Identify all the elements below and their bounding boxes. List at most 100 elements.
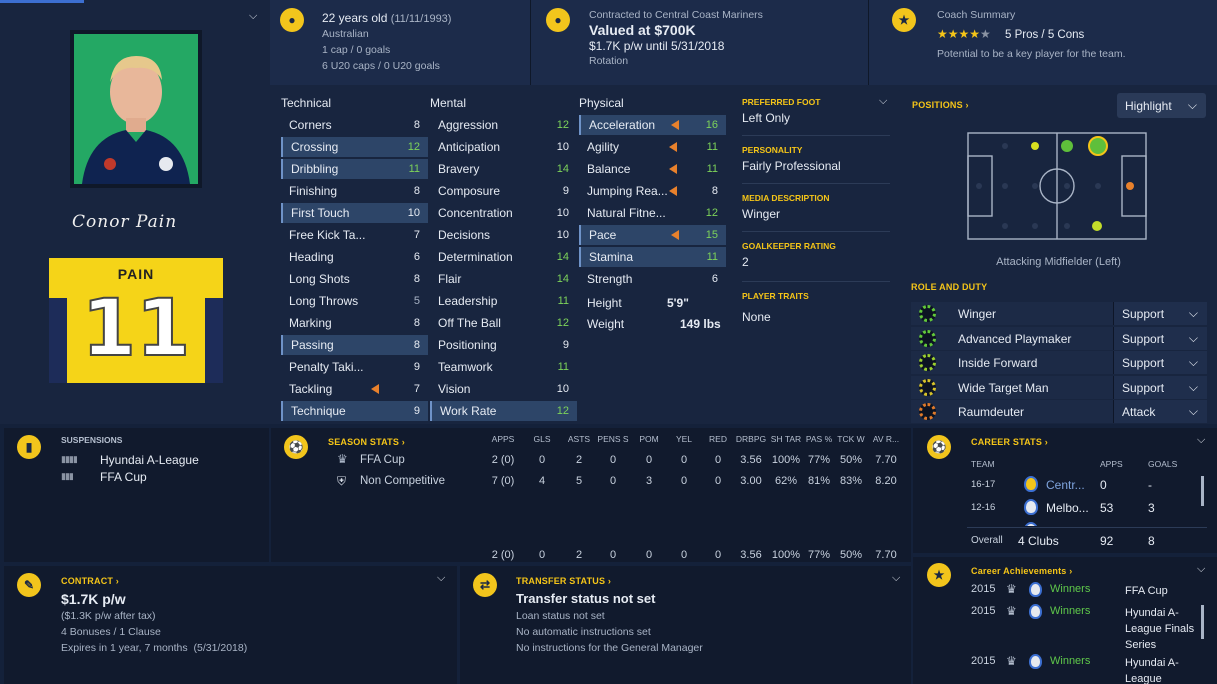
chevron-down-icon[interactable]: ⌵ — [249, 10, 257, 23]
physical-attr-value: 12 — [705, 207, 718, 219]
mental-attr-row[interactable]: Teamwork 11 — [430, 357, 577, 377]
technical-attr-row[interactable]: First Touch 10 — [281, 203, 428, 223]
trophy-icon: ★ — [927, 563, 951, 587]
physical-attr-row[interactable]: Natural Fitne... 12 — [579, 203, 726, 223]
duty-dropdown[interactable]: Support ⌵ — [1113, 326, 1207, 350]
mental-attr-row[interactable]: Work Rate 12 — [430, 401, 577, 421]
club-crest-icon — [1024, 499, 1038, 515]
transfer-title[interactable]: TRANSFER STATUS › — [516, 576, 611, 586]
achievement-competition[interactable]: FFA Cup — [1125, 583, 1195, 599]
contract-panel: ✎ CONTRACT › ⌵ $1.7K p/w ($1.3K p/w afte… — [4, 566, 457, 684]
season-col-header: AV R... — [872, 434, 900, 444]
technical-attr-value: 9 — [413, 361, 420, 373]
duty-dropdown[interactable]: Attack ⌵ — [1113, 400, 1207, 423]
achievement-result: Winners — [1050, 583, 1091, 595]
mental-attr-name: Determination — [438, 250, 513, 264]
mental-attr-row[interactable]: Vision 10 — [430, 379, 577, 399]
scrollbar[interactable] — [1201, 605, 1204, 639]
achievement-year: 2015 — [971, 605, 996, 617]
mental-attr-row[interactable]: Leadership 11 — [430, 291, 577, 311]
physical-attr-row[interactable]: Pace 15 — [579, 225, 726, 245]
physical-attr-row[interactable]: Balance 11 — [579, 159, 726, 179]
positions-title[interactable]: POSITIONS › — [912, 100, 969, 110]
player-info-panel: ⌵ PREFERRED FOOT Left Only PERSONALITY F… — [729, 85, 900, 424]
career-year: 12-13 — [971, 525, 995, 526]
star-badge-icon: ★ — [892, 8, 916, 32]
football-icon: ⚽ — [284, 435, 308, 459]
technical-attr-name: Dribbling — [291, 162, 339, 176]
mental-attr-value: 12 — [556, 405, 569, 417]
technical-attr-value: 8 — [413, 273, 420, 285]
duty-dropdown[interactable]: Support ⌵ — [1113, 375, 1207, 399]
pitch-diagram[interactable] — [967, 132, 1147, 240]
achievement-competition[interactable]: Hyundai A-League Finals Series — [1125, 605, 1195, 653]
technical-attr-row[interactable]: Long Shots 8 — [281, 269, 428, 289]
career-year: 16-17 — [971, 479, 996, 490]
pen-icon: ✎ — [17, 573, 41, 597]
shirt-number: 11 — [81, 283, 192, 375]
technical-attr-row[interactable]: Tackling 7 — [281, 379, 428, 399]
mental-attr-value: 10 — [556, 229, 569, 241]
technical-attr-row[interactable]: Dribbling 11 — [281, 159, 428, 179]
technical-attr-row[interactable]: Passing 8 — [281, 335, 428, 355]
technical-attr-name: Penalty Taki... — [289, 360, 364, 374]
physical-title: Physical — [579, 96, 624, 110]
technical-attr-name: Long Throws — [289, 294, 359, 308]
mental-attr-name: Teamwork — [438, 360, 493, 374]
career-team[interactable]: Pertle... — [1046, 524, 1087, 526]
technical-attr-row[interactable]: Technique 9 — [281, 401, 428, 421]
season-comp-name[interactable]: FFA Cup — [360, 454, 405, 466]
suspension-item: Hyundai A-League — [100, 453, 199, 467]
duty-dropdown[interactable]: Support ⌵ — [1113, 351, 1207, 374]
role-duty-title: ROLE AND DUTY — [911, 282, 988, 292]
technical-attr-row[interactable]: Marking 8 — [281, 313, 428, 333]
mental-attr-row[interactable]: Bravery 14 — [430, 159, 577, 179]
scrollbar[interactable] — [1201, 476, 1204, 506]
contract-title[interactable]: CONTRACT › — [61, 576, 119, 586]
mental-attr-row[interactable]: Flair 14 — [430, 269, 577, 289]
highlight-dropdown[interactable]: Highlight ⌵ — [1117, 93, 1206, 118]
club-crest-icon — [1029, 604, 1042, 619]
achievements-title[interactable]: Career Achievements › — [971, 566, 1072, 576]
chevron-down-icon[interactable]: ⌵ — [879, 95, 887, 108]
career-team[interactable]: Centr... — [1046, 478, 1085, 492]
mental-attr-row[interactable]: Concentration 10 — [430, 203, 577, 223]
physical-attr-row[interactable]: Jumping Rea... 8 — [579, 181, 726, 201]
mental-attr-row[interactable]: Anticipation 10 — [430, 137, 577, 157]
contract-wage: $1.7K p/w — [61, 591, 126, 607]
mental-attr-row[interactable]: Aggression 12 — [430, 115, 577, 135]
achievement-competition[interactable]: Hyundai A-League — [1125, 655, 1195, 684]
weight-label: Weight — [587, 317, 625, 331]
mental-attr-row[interactable]: Determination 14 — [430, 247, 577, 267]
valued-at: Valued at $700K — [589, 22, 696, 38]
duty-dropdown[interactable]: Support ⌵ — [1113, 302, 1207, 325]
technical-attr-row[interactable]: Penalty Taki... 9 — [281, 357, 428, 377]
season-stats-title[interactable]: SEASON STATS › — [328, 437, 405, 447]
player-photo — [70, 30, 202, 188]
physical-attr-value: 11 — [706, 141, 718, 153]
mental-attr-row[interactable]: Decisions 10 — [430, 225, 577, 245]
technical-attr-row[interactable]: Heading 6 — [281, 247, 428, 267]
mental-attr-row[interactable]: Positioning 9 — [430, 335, 577, 355]
career-goals: 3 — [1148, 501, 1155, 515]
technical-attr-row[interactable]: Free Kick Ta... 7 — [281, 225, 428, 245]
pros-cons[interactable]: 5 Pros / 5 Cons — [1005, 29, 1084, 41]
mental-attr-value: 10 — [556, 383, 569, 395]
technical-attr-row[interactable]: Crossing 12 — [281, 137, 428, 157]
season-comp-name[interactable]: Non Competitive — [360, 475, 445, 487]
after-tax: ($1.3K p/w after tax) — [61, 610, 156, 622]
mental-attr-row[interactable]: Composure 9 — [430, 181, 577, 201]
physical-attr-row[interactable]: Acceleration 16 — [579, 115, 726, 135]
physical-attr-row[interactable]: Agility 11 — [579, 137, 726, 157]
career-team[interactable]: Melbo... — [1046, 501, 1089, 515]
technical-attr-row[interactable]: Finishing 8 — [281, 181, 428, 201]
chevron-down-icon[interactable]: ⌵ — [892, 572, 900, 585]
physical-attr-row[interactable]: Strength 6 — [579, 269, 726, 289]
technical-attr-row[interactable]: Long Throws 5 — [281, 291, 428, 311]
height-value: 5'9" — [667, 296, 689, 310]
chevron-down-icon[interactable]: ⌵ — [437, 572, 445, 585]
physical-attr-row[interactable]: Stamina 11 — [579, 247, 726, 267]
mental-attr-row[interactable]: Off The Ball 12 — [430, 313, 577, 333]
chevron-down-icon[interactable]: ⌵ — [1197, 563, 1205, 576]
technical-attr-row[interactable]: Corners 8 — [281, 115, 428, 135]
